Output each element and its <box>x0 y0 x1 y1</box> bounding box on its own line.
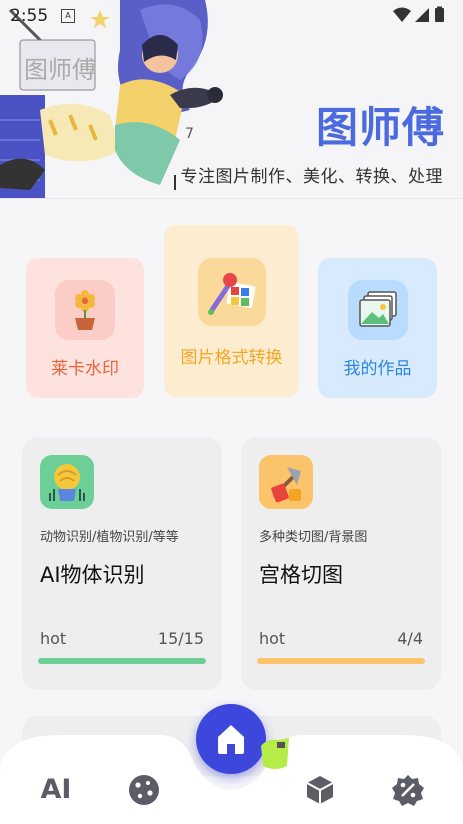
status-indicators <box>393 6 444 22</box>
format-convert-tool-label: 图片格式转换 <box>180 348 283 368</box>
peek-card-sticker <box>261 738 289 769</box>
tab-models[interactable] <box>300 772 340 808</box>
home-icon <box>218 725 244 754</box>
grid-cut-progress-fill <box>257 658 425 664</box>
grid-cut-desc: 多种类切图/背景图 <box>259 530 368 545</box>
grid-cut-title: 宫格切图 <box>259 563 343 587</box>
flower-pot-icon <box>55 280 115 340</box>
watermark-tool-label: 莱卡水印 <box>51 359 119 379</box>
notification-app-icon: A <box>61 9 75 23</box>
grid-cut-progress-bar <box>257 658 425 664</box>
color-palette-icon <box>197 258 266 326</box>
signal-icon <box>415 8 429 22</box>
grid-cut-card[interactable]: 多种类切图/背景图 宫格切图 hot 4/4 <box>241 437 441 690</box>
ai-recognition-progress-fill <box>38 658 206 664</box>
my-works-tool-label: 我的作品 <box>343 359 412 379</box>
ai-recognition-desc: 动物识别/植物识别/等等 <box>40 530 179 545</box>
cube-icon <box>306 776 334 804</box>
percent-badge-icon <box>392 775 424 806</box>
photo-gallery-icon <box>347 280 408 340</box>
ai-brain-icon <box>40 455 94 509</box>
watermark-tool-card[interactable]: 莱卡水印 <box>26 258 144 398</box>
tab-deals[interactable] <box>388 772 428 808</box>
grid-cut-hot-label: hot <box>259 629 286 648</box>
cookie-icon <box>129 775 159 805</box>
format-convert-tool-card[interactable]: 图片格式转换 <box>164 225 299 397</box>
ai-recognition-progress-bar <box>38 658 206 664</box>
app-subtitle: 专注图片制作、美化、转换、处理 <box>180 167 443 187</box>
battery-icon <box>435 8 444 22</box>
axe-cut-icon <box>259 455 313 509</box>
ai-recognition-hot-label: hot <box>40 629 67 648</box>
svg-text:7: 7 <box>185 126 194 142</box>
tab-discover[interactable] <box>124 772 164 808</box>
my-works-tool-card[interactable]: 我的作品 <box>318 258 437 398</box>
wifi-icon <box>393 7 411 22</box>
grid-cut-count: 4/4 <box>397 629 423 648</box>
status-bar: 2:55 A <box>0 0 463 32</box>
ai-recognition-count: 15/15 <box>157 629 204 648</box>
app-title: 图师傅 <box>315 103 445 152</box>
tab-ai[interactable]: AI <box>36 772 76 808</box>
svg-text:图师傅: 图师傅 <box>24 56 96 84</box>
home-button[interactable] <box>196 704 266 774</box>
ai-recognition-title: AI物体识别 <box>40 563 145 587</box>
status-time: 2:55 <box>10 6 49 26</box>
ai-recognition-card[interactable]: 动物识别/植物识别/等等 AI物体识别 hot 15/15 <box>22 437 222 690</box>
